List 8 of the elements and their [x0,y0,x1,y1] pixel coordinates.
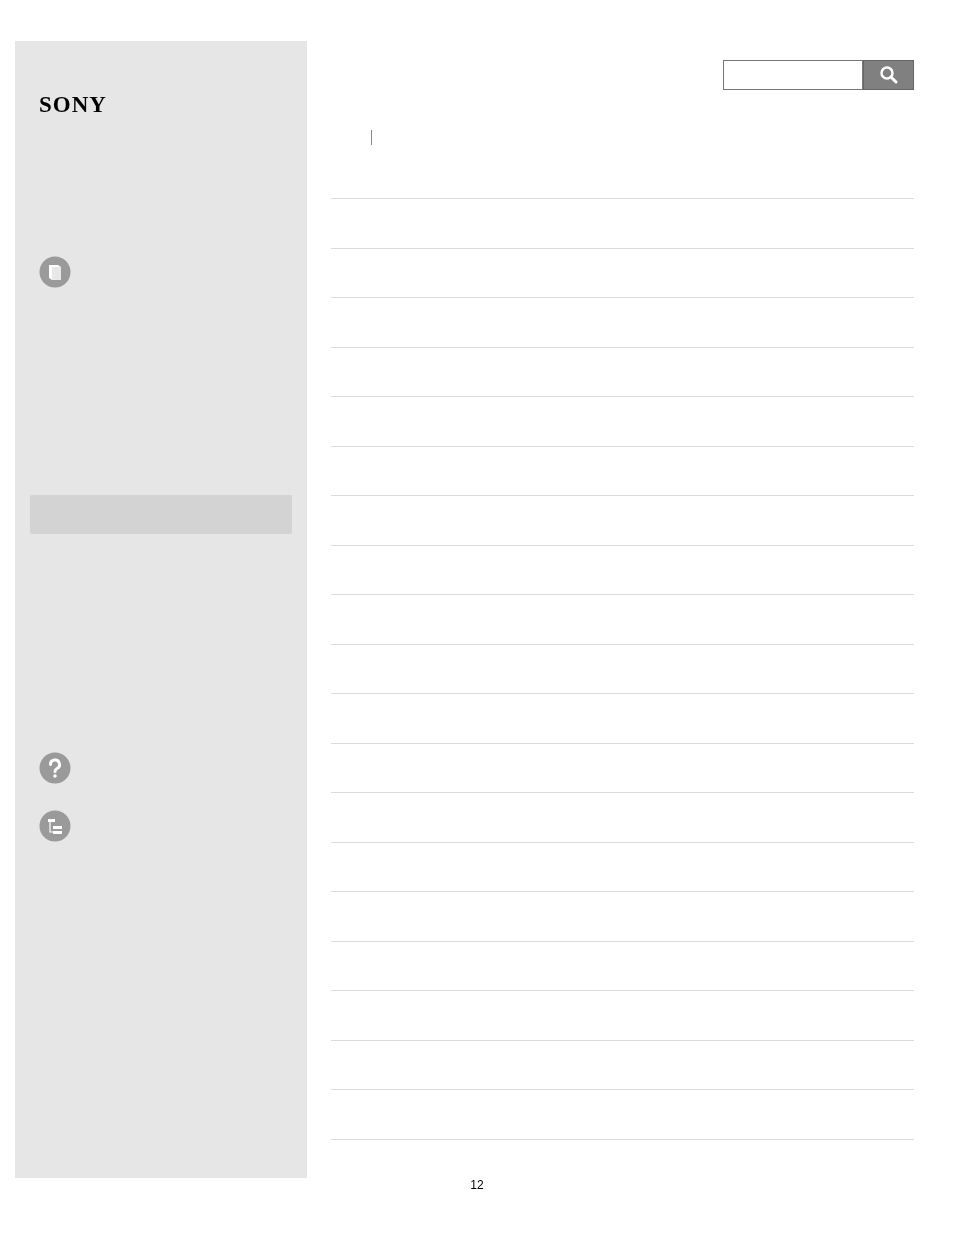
search-icon [878,65,899,85]
search-button[interactable] [863,60,914,90]
help-icon[interactable] [39,752,71,784]
search-field[interactable] [723,60,863,90]
page-number: 12 [470,1178,484,1192]
sitemap-icon[interactable] [39,810,71,842]
book-icon[interactable] [39,256,71,288]
brand-logo: SONY [39,96,108,114]
